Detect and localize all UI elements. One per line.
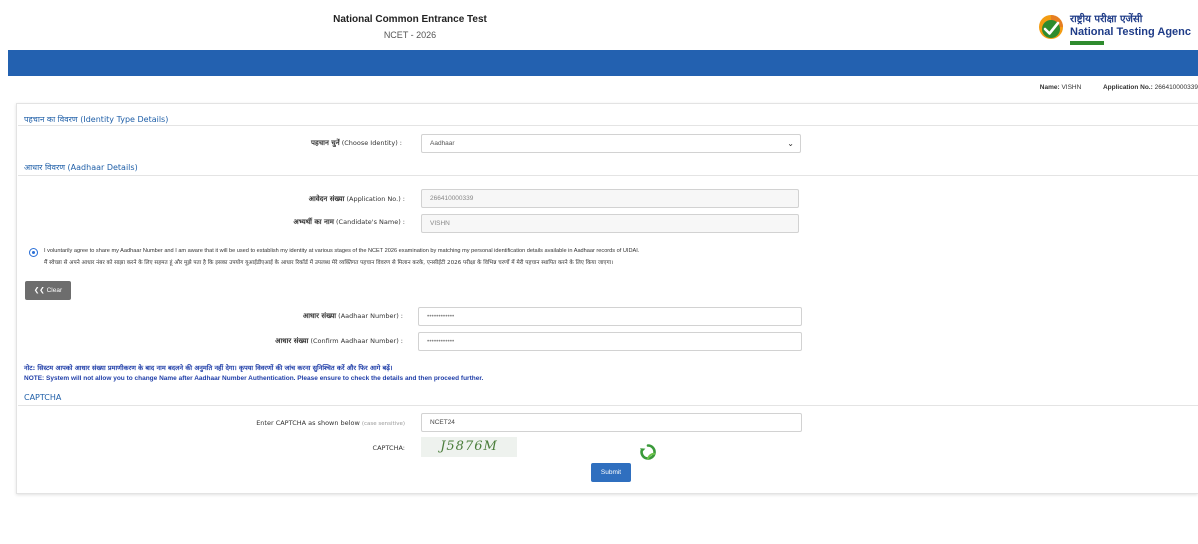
enter-captcha-label: Enter CAPTCHA as shown below (case sensi… xyxy=(256,419,405,427)
application-value: 266410000339 xyxy=(1154,84,1198,91)
choose-identity-select[interactable]: Aadhaar ⌄ xyxy=(421,134,801,153)
arrow-left-icon: ❮❮ xyxy=(33,287,45,294)
nav-bar xyxy=(8,50,1198,76)
consent-text-hindi: मैं स्वेच्छा से अपने आधार नंबर को साझा क… xyxy=(44,260,614,266)
captcha-input[interactable]: NCET24 xyxy=(421,413,802,432)
aadhaar-number-input[interactable]: •••••••••••• xyxy=(418,307,802,326)
user-info: Name: VISHN Application No.: 26641000033… xyxy=(1040,84,1198,91)
page-subtitle: NCET - 2026 xyxy=(383,30,437,40)
logo-check-icon xyxy=(1039,15,1063,39)
choose-identity-value: Aadhaar xyxy=(430,140,455,147)
form-card xyxy=(16,103,1198,494)
application-no-label: आवेदन संख्या (Application No.) : xyxy=(308,195,405,203)
logo-english-text: National Testing Agenc xyxy=(1070,26,1192,38)
logo-hindi-text: राष्ट्रीय परीक्षा एजेंसी xyxy=(1070,14,1143,25)
name-label: Name: xyxy=(1039,84,1060,91)
consent-text-english: I voluntarily agree to share my Aadhaar … xyxy=(44,248,640,254)
confirm-aadhaar-input[interactable]: •••••••••••• xyxy=(418,332,802,351)
nta-logo: राष्ट्रीय परीक्षा एजेंसी National Testin… xyxy=(1038,10,1198,50)
captcha-section-heading: CAPTCHA xyxy=(24,393,62,402)
page-title: National Common Entrance Test xyxy=(333,14,487,25)
page-header: National Common Entrance Test NCET - 202… xyxy=(0,0,1198,50)
chevron-down-icon: ⌄ xyxy=(787,139,794,148)
divider xyxy=(18,175,1198,176)
aadhaar-number-label: आधार संख्या (Aadhaar Number) : xyxy=(302,312,403,320)
captcha-image: J5876M xyxy=(421,437,517,457)
application-no-field: 266410000339 xyxy=(421,189,799,208)
candidate-name-label: अभ्यर्थी का नाम (Candidate's Name) : xyxy=(293,218,405,226)
choose-identity-label: पहचान चुनें (Choose Identity) : xyxy=(311,139,402,147)
divider xyxy=(18,405,1198,406)
application-label: Application No.: xyxy=(1102,84,1153,91)
name-value: VISHN xyxy=(1061,84,1082,91)
divider xyxy=(18,125,1198,126)
aadhaar-section-heading: आधार विवरण (Aadhaar Details) xyxy=(24,163,138,172)
identity-section-heading: पहचान का विवरण (Identity Type Details) xyxy=(24,115,169,124)
note-english: NOTE: System will not allow you to chang… xyxy=(24,375,484,382)
logo-underline xyxy=(1070,41,1104,45)
note-hindi: नोट: सिस्टम आपको आधार संख्या प्रमाणीकरण … xyxy=(24,364,393,372)
clear-button[interactable]: ❮❮ Clear xyxy=(25,281,71,300)
confirm-aadhaar-label: आधार संख्या (Confirm Aadhaar Number) : xyxy=(275,337,403,345)
submit-button[interactable]: Submit xyxy=(591,463,631,482)
candidate-name-field: VISHN xyxy=(421,214,799,233)
captcha-label: CAPTCHA: xyxy=(372,444,405,452)
consent-radio[interactable] xyxy=(29,248,38,257)
refresh-icon[interactable] xyxy=(639,443,657,461)
